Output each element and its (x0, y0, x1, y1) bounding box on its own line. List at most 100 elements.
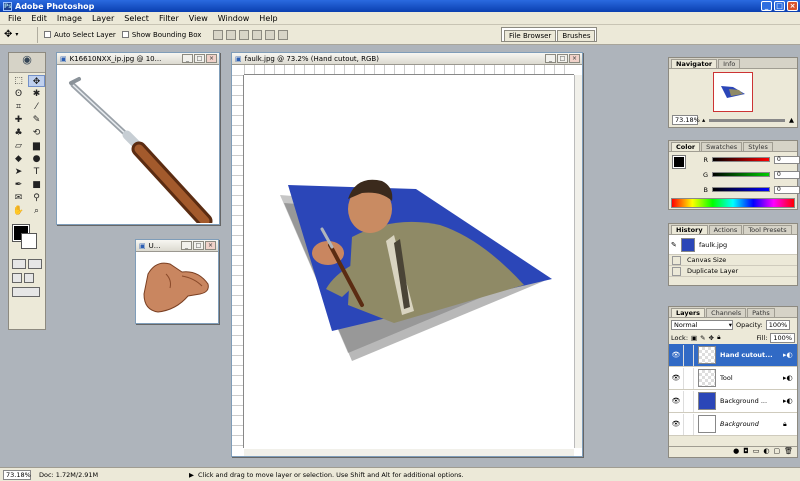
horizontal-scrollbar[interactable] (244, 448, 574, 456)
tab-info[interactable]: Info (718, 59, 741, 68)
menu-view[interactable]: View (184, 14, 213, 23)
layer-link-icon[interactable] (683, 390, 694, 412)
history-brush-icon[interactable]: ⟲ (28, 127, 45, 139)
align-bottom-icon[interactable] (239, 29, 250, 40)
tool-doc-minimize-button[interactable]: _ (182, 54, 193, 63)
visibility-eye-icon[interactable]: 👁︎ (669, 374, 683, 382)
show-bounding-box-option[interactable]: Show Bounding Box (121, 31, 201, 39)
close-button[interactable]: × (787, 1, 798, 11)
hand-doc-minimize-button[interactable]: _ (181, 241, 192, 250)
photoshop-eye-icon[interactable]: ◉ (9, 53, 45, 73)
maximize-button[interactable]: □ (774, 1, 785, 11)
zoom-out-icon[interactable]: ▴ (702, 116, 705, 124)
red-slider[interactable] (712, 157, 770, 162)
new-layer-icon[interactable]: ▢ (773, 447, 780, 457)
status-menu-icon[interactable]: ▶ (189, 471, 194, 479)
eyedropper-icon[interactable]: ⚲ (28, 192, 45, 204)
brush-link-icon[interactable] (683, 344, 694, 366)
app-title-bar[interactable]: Ps Adobe Photoshop _ □ × (0, 0, 800, 12)
layer-row[interactable]: 👁︎ Tool ▸◐ (669, 367, 797, 390)
minimize-button[interactable]: _ (761, 1, 772, 11)
screen-mode-standard-icon[interactable] (12, 273, 22, 283)
hand-doc-maximize-button[interactable]: □ (193, 241, 204, 250)
align-middle-icon[interactable] (226, 29, 237, 40)
menu-image[interactable]: Image (52, 14, 87, 23)
layer-row[interactable]: 👁︎ Background ... ▸◐ (669, 390, 797, 413)
notes-tool-icon[interactable]: ✉ (10, 192, 27, 204)
opacity-field[interactable]: 100% (765, 319, 791, 330)
show-bounding-box-checkbox[interactable] (121, 31, 129, 38)
menu-select[interactable]: Select (119, 14, 154, 23)
blue-slider-row[interactable]: B 0 (683, 184, 800, 195)
tool-doc-close-button[interactable]: × (206, 54, 217, 63)
marquee-tool-icon[interactable]: ⬚ (10, 75, 27, 87)
menu-filter[interactable]: Filter (154, 14, 184, 23)
brush-tool-icon[interactable]: ✎ (28, 114, 45, 126)
tab-swatches[interactable]: Swatches (701, 142, 743, 151)
green-value[interactable]: 0 (774, 170, 800, 179)
main-document-window[interactable]: ▣ faulk.jpg @ 73.2% (Hand cutout, RGB) _… (231, 52, 583, 457)
screen-mode-full-menu-icon[interactable] (24, 273, 34, 283)
shape-tool-icon[interactable]: ■ (28, 179, 45, 191)
path-selection-icon[interactable]: ➤ (10, 166, 27, 178)
tab-actions[interactable]: Actions (708, 225, 743, 234)
history-snapshot[interactable]: ✎ faulk.jpg (669, 235, 797, 255)
brushes-tab[interactable]: Brushes (557, 30, 596, 41)
magic-wand-icon[interactable]: ✱ (28, 88, 45, 100)
hand-doc-close-button[interactable]: × (205, 241, 216, 250)
navigator-zoom-slider[interactable] (709, 118, 785, 122)
align-top-icon[interactable] (213, 29, 224, 40)
fill-field[interactable]: 100% (770, 332, 795, 343)
blue-slider[interactable] (712, 187, 770, 192)
menu-edit[interactable]: Edit (26, 14, 52, 23)
layer-effects-icon[interactable]: ▸◐ (783, 397, 797, 405)
layer-effects-icon[interactable]: ▸◐ (783, 351, 797, 359)
menu-layer[interactable]: Layer (87, 14, 119, 23)
adjustment-layer-icon[interactable]: ◐ (763, 447, 769, 457)
tab-styles[interactable]: Styles (743, 142, 773, 151)
pen-tool-icon[interactable]: ✒ (10, 179, 27, 191)
zoom-in-icon[interactable]: ▲ (789, 116, 794, 124)
tab-channels[interactable]: Channels (706, 308, 747, 317)
main-document-title[interactable]: ▣ faulk.jpg @ 73.2% (Hand cutout, RGB) (232, 53, 582, 65)
lock-all-icon[interactable]: 🔒︎ (717, 333, 720, 342)
green-slider[interactable] (712, 172, 770, 177)
align-left-icon[interactable] (252, 29, 263, 40)
lock-transparency-icon[interactable]: ▣ (691, 334, 697, 342)
eraser-tool-icon[interactable]: ▱ (10, 140, 27, 152)
jump-to-imageready-icon[interactable] (12, 287, 40, 297)
tab-color[interactable]: Color (671, 142, 701, 151)
clone-stamp-icon[interactable]: ♣ (10, 127, 27, 139)
auto-select-layer-option[interactable]: Auto Select Layer (44, 31, 116, 39)
blur-tool-icon[interactable]: ◆ (10, 153, 27, 165)
auto-select-layer-checkbox[interactable] (44, 31, 51, 38)
visibility-eye-icon[interactable]: 👁︎ (669, 397, 683, 405)
history-brush-source-icon[interactable]: ✎ (671, 241, 681, 249)
healing-brush-icon[interactable]: ✚ (10, 114, 27, 126)
red-slider-row[interactable]: R 0 (683, 154, 800, 165)
vertical-ruler[interactable] (232, 75, 244, 448)
layer-row[interactable]: 👁︎ Background 🔒︎ (669, 413, 797, 436)
red-value[interactable]: 0 (774, 155, 800, 164)
history-step[interactable]: Duplicate Layer (669, 266, 797, 277)
menu-window[interactable]: Window (213, 14, 255, 23)
tab-tool-presets[interactable]: Tool Presets (743, 225, 792, 234)
document-canvas[interactable] (244, 75, 574, 449)
blue-value[interactable]: 0 (774, 185, 800, 194)
green-slider-row[interactable]: G 0 (683, 169, 800, 180)
standard-mode-icon[interactable] (12, 259, 26, 269)
type-tool-icon[interactable]: T (28, 166, 45, 178)
lock-position-icon[interactable]: ✥ (709, 334, 714, 342)
new-set-icon[interactable]: ▭ (753, 447, 760, 457)
vertical-scrollbar[interactable] (574, 75, 582, 448)
dodge-tool-icon[interactable]: ● (28, 153, 45, 165)
tab-paths[interactable]: Paths (747, 308, 775, 317)
add-style-icon[interactable]: ● (733, 447, 739, 457)
visibility-eye-icon[interactable]: 👁︎ (669, 351, 683, 359)
layer-link-icon[interactable] (683, 367, 694, 389)
navigator-preview[interactable] (713, 72, 753, 112)
menu-help[interactable]: Help (254, 14, 282, 23)
layer-link-icon[interactable] (683, 413, 694, 435)
tool-doc-maximize-button[interactable]: □ (194, 54, 205, 63)
align-right-icon[interactable] (278, 29, 289, 40)
